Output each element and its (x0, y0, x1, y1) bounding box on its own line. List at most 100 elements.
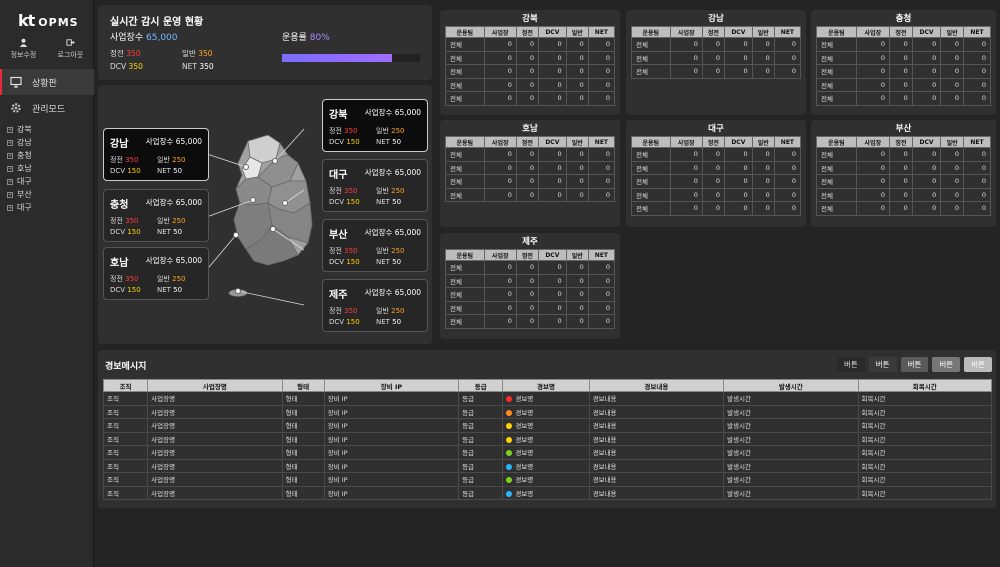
alarm-row[interactable]: 조직 사업장명 형태 장비 IP 등급 경보명 경보내용 발생시간 회복시간 (102, 404, 993, 419)
table-row[interactable]: 전체 0 0 0 0 0 (816, 64, 991, 79)
table-row[interactable]: 전체 0 0 0 0 0 (816, 77, 991, 92)
column-header[interactable]: 정전 (888, 26, 913, 38)
tree-item-daegu[interactable]: + 대구 (7, 175, 32, 188)
table-row[interactable]: 전체 0 0 0 0 0 (445, 174, 616, 189)
column-header[interactable]: 정전 (515, 136, 540, 148)
tree-item-daegu-2[interactable]: + 대구 (7, 201, 32, 214)
column-header[interactable]: DCV (538, 26, 567, 38)
column-header[interactable]: 운용팀 (445, 26, 485, 38)
table-row[interactable]: 전체 0 0 0 0 0 (816, 187, 991, 202)
alarm-column-header[interactable]: 장비 IP (323, 379, 460, 392)
column-header[interactable]: 정전 (701, 26, 726, 38)
table-row[interactable]: 전체 0 0 0 0 0 (445, 37, 616, 52)
table-row[interactable]: 전체 0 0 0 0 0 (816, 37, 991, 52)
column-header[interactable]: 정전 (701, 136, 726, 148)
alarm-row[interactable]: 조직 사업장명 형태 장비 IP 등급 경보명 경보내용 발생시간 회복시간 (102, 458, 993, 473)
alarm-column-header[interactable]: 회복시간 (857, 379, 993, 392)
tree-item-chungcheong[interactable]: + 충청 (7, 149, 32, 162)
alarm-row[interactable]: 조직 사업장명 형태 장비 IP 등급 경보명 경보내용 발생시간 회복시간 (102, 445, 993, 460)
tree-item-gangnam[interactable]: + 강남 (7, 136, 32, 149)
column-header[interactable]: 운용팀 (816, 26, 857, 38)
column-header[interactable]: 일반 (940, 136, 965, 148)
table-row[interactable]: 전체 0 0 0 0 0 (445, 260, 616, 275)
column-header[interactable]: 사업장 (855, 136, 890, 148)
column-header[interactable]: 운용팀 (816, 136, 857, 148)
table-row[interactable]: 전체 0 0 0 0 0 (445, 287, 616, 302)
logout-link[interactable]: 로그아웃 (58, 38, 83, 60)
alarm-column-header[interactable]: 경보명 (502, 379, 590, 392)
table-row[interactable]: 전체 0 0 0 0 0 (816, 201, 991, 216)
alarm-row[interactable]: 조직 사업장명 형태 장비 IP 등급 경보명 경보내용 발생시간 회복시간 (102, 418, 993, 433)
column-header[interactable]: NET (773, 136, 802, 148)
korea-map[interactable] (228, 133, 318, 298)
column-header[interactable]: 정전 (515, 26, 540, 38)
alarm-column-header[interactable]: 발생시간 (723, 379, 859, 392)
column-header[interactable]: 일반 (565, 249, 589, 261)
alarm-button-1[interactable]: 버튼 (836, 357, 865, 372)
region-card-gangbuk[interactable]: 강북 사업장수 65,000 정전 350 일반 250 DCV 150 NET… (322, 99, 428, 152)
column-header[interactable]: 사업장 (855, 26, 890, 38)
column-header[interactable]: NET (587, 249, 616, 261)
column-header[interactable]: 일반 (751, 136, 775, 148)
column-header[interactable]: 정전 (888, 136, 913, 148)
table-row[interactable]: 전체 0 0 0 0 0 (445, 314, 616, 329)
column-header[interactable]: 사업장 (483, 136, 517, 148)
column-header[interactable]: DCV (538, 136, 567, 148)
table-row[interactable]: 전체 0 0 0 0 0 (445, 160, 616, 175)
column-header[interactable]: NET (587, 26, 616, 38)
alarm-button-5[interactable]: 버튼 (964, 357, 992, 372)
column-header[interactable]: 일반 (565, 136, 589, 148)
logo[interactable]: kt OPMS (18, 11, 79, 30)
column-header[interactable]: DCV (538, 249, 567, 261)
table-row[interactable]: 전체 0 0 0 0 0 (445, 77, 616, 92)
alarm-row[interactable]: 조직 사업장명 형태 장비 IP 등급 경보명 경보내용 발생시간 회복시간 (102, 485, 993, 500)
column-header[interactable]: NET (773, 26, 802, 38)
region-card-chungcheong[interactable]: 충청 사업장수 65,000 정전 350 일반 250 DCV 150 NET… (103, 189, 209, 242)
column-header[interactable]: 사업장 (669, 136, 703, 148)
column-header[interactable]: 정전 (515, 249, 540, 261)
region-card-busan[interactable]: 부산 사업장수 65,000 정전 350 일반 250 DCV 150 NET… (322, 219, 428, 272)
column-header[interactable]: NET (587, 136, 616, 148)
nav-admin-mode[interactable]: 관리모드 (0, 95, 94, 121)
tree-item-busan[interactable]: + 부산 (7, 188, 32, 201)
region-card-jeju[interactable]: 제주 사업장수 65,000 정전 350 일반 250 DCV 150 NET… (322, 279, 428, 332)
table-row[interactable]: 전체 0 0 0 0 0 (631, 201, 802, 216)
column-header[interactable]: 사업장 (669, 26, 703, 38)
alarm-row[interactable]: 조직 사업장명 형태 장비 IP 등급 경보명 경보내용 발생시간 회복시간 (102, 431, 993, 446)
column-header[interactable]: 일반 (751, 26, 775, 38)
region-card-gangnam[interactable]: 강남 사업장수 65,000 정전 350 일반 250 DCV 150 NET… (103, 128, 209, 181)
nav-dashboard[interactable]: 상황판 (0, 69, 94, 95)
table-row[interactable]: 전체 0 0 0 0 0 (631, 147, 802, 162)
alarm-column-header[interactable]: 경보내용 (588, 379, 725, 392)
table-row[interactable]: 전체 0 0 0 0 0 (631, 64, 802, 79)
table-row[interactable]: 전체 0 0 0 0 0 (816, 174, 991, 189)
column-header[interactable]: 일반 (565, 26, 589, 38)
column-header[interactable]: 운용팀 (631, 26, 671, 38)
table-row[interactable]: 전체 0 0 0 0 0 (816, 160, 991, 175)
table-row[interactable]: 전체 0 0 0 0 0 (631, 50, 802, 65)
table-row[interactable]: 전체 0 0 0 0 0 (445, 273, 616, 288)
alarm-row[interactable]: 조직 사업장명 형태 장비 IP 등급 경보명 경보내용 발생시간 회복시간 (102, 472, 993, 487)
tree-item-gangbuk[interactable]: + 강북 (7, 123, 32, 136)
region-card-daegu[interactable]: 대구 사업장수 65,000 정전 350 일반 250 DCV 150 NET… (322, 159, 428, 212)
table-row[interactable]: 전체 0 0 0 0 0 (631, 174, 802, 189)
table-row[interactable]: 전체 0 0 0 0 0 (445, 300, 616, 315)
column-header[interactable]: NET (963, 26, 991, 38)
alarm-button-4[interactable]: 버튼 (932, 357, 961, 372)
tree-item-honam[interactable]: + 호남 (7, 162, 32, 175)
column-header[interactable]: 일반 (940, 26, 965, 38)
table-row[interactable]: 전체 0 0 0 0 0 (816, 91, 991, 106)
column-header[interactable]: DCV (911, 136, 942, 148)
table-row[interactable]: 전체 0 0 0 0 0 (631, 187, 802, 202)
table-row[interactable]: 전체 0 0 0 0 0 (445, 50, 616, 65)
alarm-column-header[interactable]: 등급 (458, 379, 504, 392)
column-header[interactable]: DCV (724, 26, 753, 38)
table-row[interactable]: 전체 0 0 0 0 0 (445, 147, 616, 162)
column-header[interactable]: 사업장 (483, 249, 517, 261)
table-row[interactable]: 전체 0 0 0 0 0 (445, 187, 616, 202)
column-header[interactable]: 사업장 (483, 26, 517, 38)
edit-profile-link[interactable]: 정보수정 (11, 38, 36, 60)
alarm-column-header[interactable]: 조직 (102, 379, 149, 392)
column-header[interactable]: 운용팀 (445, 249, 485, 261)
table-row[interactable]: 전체 0 0 0 0 0 (445, 64, 616, 79)
